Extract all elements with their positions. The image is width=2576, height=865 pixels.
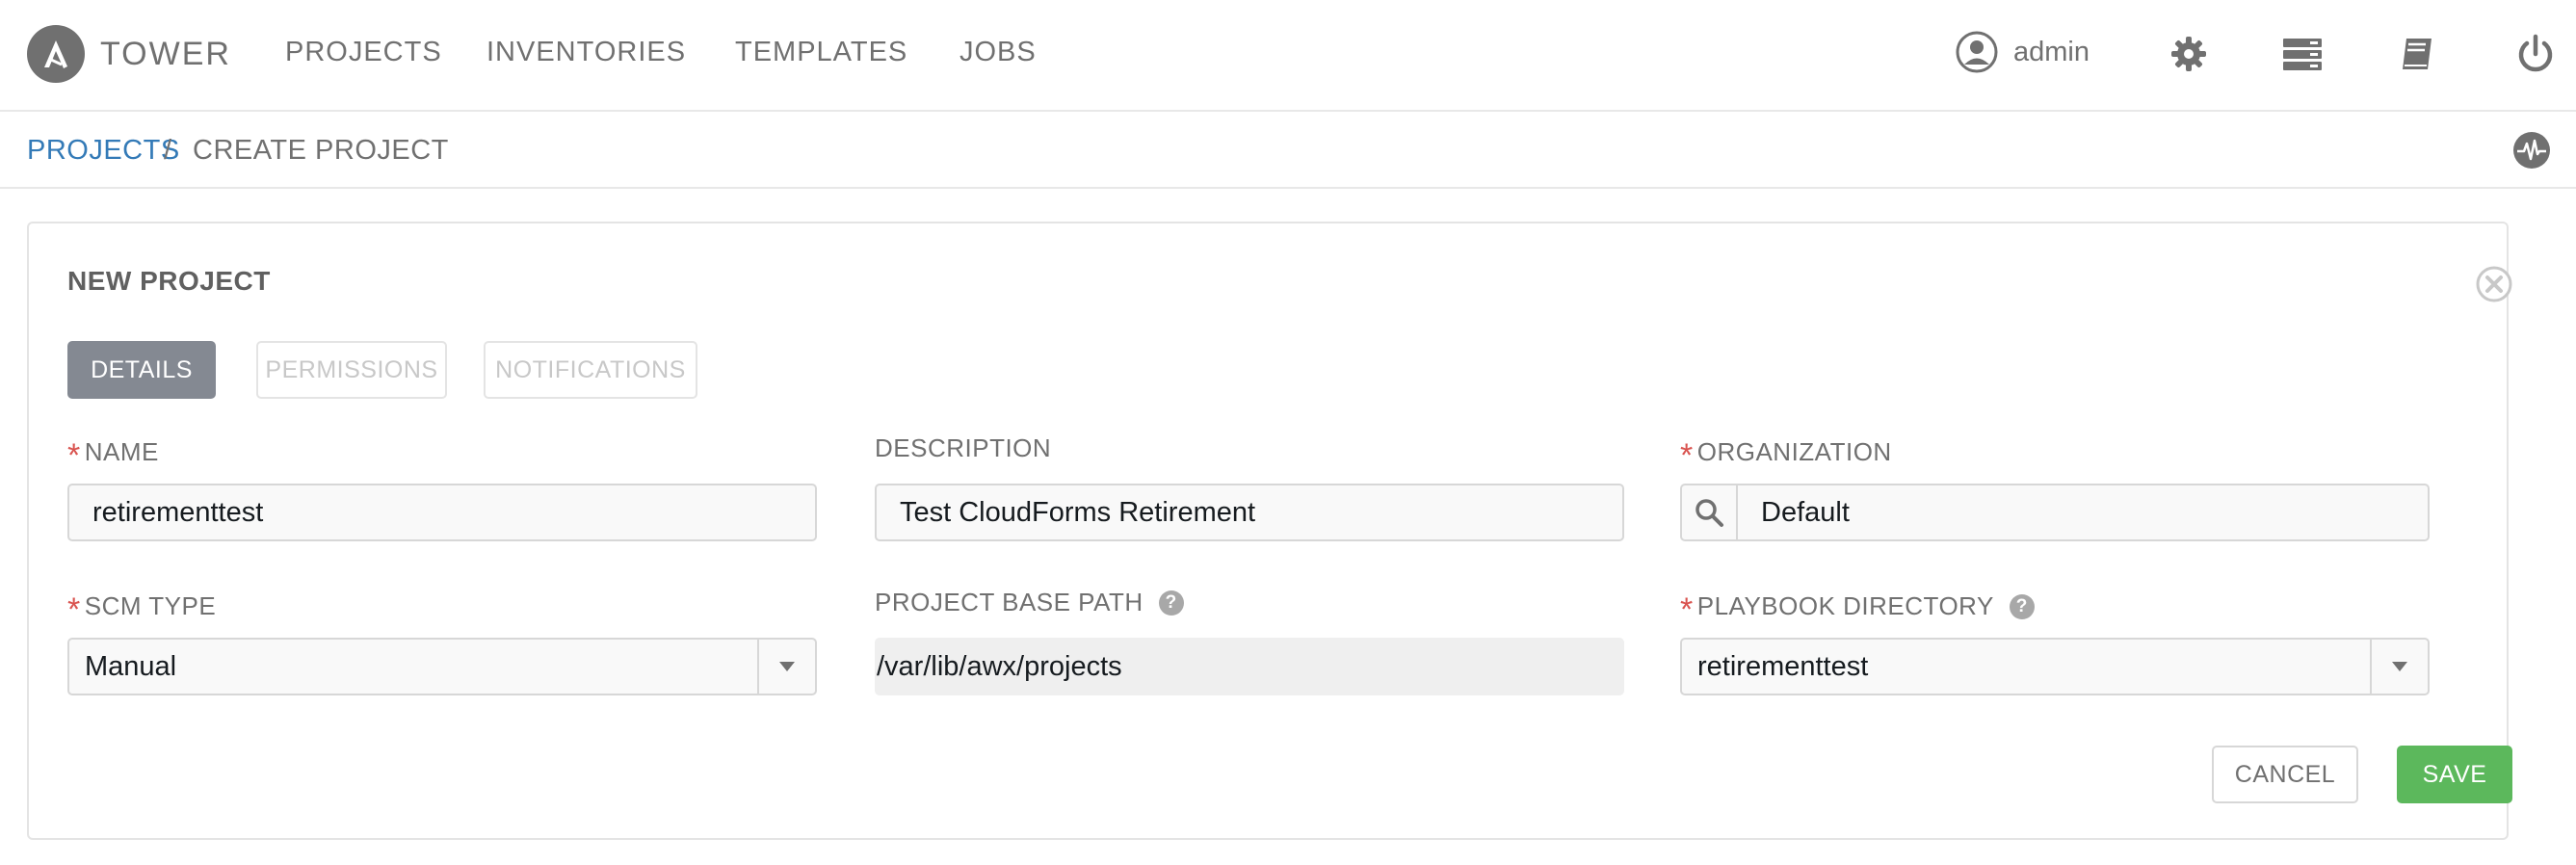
brand-name: TOWER bbox=[100, 35, 231, 72]
server-icon[interactable] bbox=[2281, 33, 2324, 75]
breadcrumb-current: CREATE PROJECT bbox=[193, 135, 449, 166]
breadcrumb: PROJECTS / CREATE PROJECT bbox=[0, 112, 2576, 189]
project-base-path-label: PROJECT BASE PATH ? bbox=[875, 588, 1184, 617]
playbook-directory-value: retirementtest bbox=[1697, 651, 1869, 682]
save-button[interactable]: SAVE bbox=[2397, 746, 2512, 803]
playbook-directory-label-text: PLAYBOOK DIRECTORY bbox=[1696, 591, 1994, 620]
scm-type-label-text: SCM TYPE bbox=[84, 591, 217, 620]
required-marker: * bbox=[1680, 437, 1694, 474]
nav-projects[interactable]: PROJECTS bbox=[285, 37, 442, 68]
name-input-value: retirementtest bbox=[92, 496, 264, 528]
description-input-value: Test CloudForms Retirement bbox=[900, 496, 1256, 528]
organization-label-text: ORGANIZATION bbox=[1696, 437, 1892, 466]
organization-label: * ORGANIZATION bbox=[1680, 433, 1892, 474]
name-input[interactable]: retirementtest bbox=[67, 484, 817, 541]
description-label: DESCRIPTION bbox=[875, 433, 1051, 463]
help-icon[interactable]: ? bbox=[1158, 590, 1184, 616]
tower-logo[interactable]: TOWER bbox=[27, 25, 231, 83]
tab-details[interactable]: DETAILS bbox=[67, 341, 216, 399]
close-icon[interactable] bbox=[2476, 266, 2512, 302]
top-navigation-bar: TOWER PROJECTS INVENTORIES TEMPLATES JOB… bbox=[0, 0, 2576, 112]
tab-notifications[interactable]: NOTIFICATIONS bbox=[484, 341, 697, 399]
chevron-down-icon[interactable] bbox=[757, 640, 815, 694]
scm-type-select[interactable]: Manual bbox=[67, 638, 817, 695]
nav-jobs[interactable]: JOBS bbox=[959, 37, 1037, 68]
required-marker: * bbox=[67, 591, 81, 628]
new-project-panel: NEW PROJECT DETAILS PERMISSIONS NOTIFICA… bbox=[27, 222, 2512, 840]
nav-inventories[interactable]: INVENTORIES bbox=[486, 37, 686, 68]
breadcrumb-projects-link[interactable]: PROJECTS bbox=[27, 135, 180, 167]
description-label-text: DESCRIPTION bbox=[875, 433, 1052, 462]
activity-stream-icon[interactable] bbox=[2512, 131, 2551, 170]
required-marker: * bbox=[1680, 591, 1694, 628]
book-icon[interactable] bbox=[2397, 33, 2439, 75]
organization-lookup-button[interactable] bbox=[1680, 484, 1738, 541]
gear-icon[interactable] bbox=[2168, 33, 2210, 75]
project-base-path-value: /var/lib/awx/projects bbox=[877, 650, 1122, 682]
playbook-directory-label: * PLAYBOOK DIRECTORY ? bbox=[1680, 588, 2035, 628]
search-icon bbox=[1695, 499, 1723, 527]
power-icon[interactable] bbox=[2514, 33, 2557, 75]
breadcrumb-separator: / bbox=[164, 135, 172, 166]
scm-type-label: * SCM TYPE bbox=[67, 588, 217, 628]
name-label: * NAME bbox=[67, 433, 159, 474]
organization-input[interactable]: Default bbox=[1736, 484, 2430, 541]
project-base-path-field: /var/lib/awx/projects bbox=[875, 638, 1624, 695]
playbook-directory-select[interactable]: retirementtest bbox=[1680, 638, 2430, 695]
cancel-button[interactable]: CANCEL bbox=[2212, 746, 2358, 803]
required-marker: * bbox=[67, 437, 81, 474]
nav-templates[interactable]: TEMPLATES bbox=[735, 37, 907, 68]
project-base-path-label-text: PROJECT BASE PATH bbox=[875, 588, 1143, 616]
chevron-down-icon[interactable] bbox=[2370, 640, 2428, 694]
scm-type-value: Manual bbox=[85, 651, 177, 682]
description-input[interactable]: Test CloudForms Retirement bbox=[875, 484, 1624, 541]
tab-permissions[interactable]: PERMISSIONS bbox=[256, 341, 447, 399]
username: admin bbox=[2013, 36, 2090, 67]
organization-input-value: Default bbox=[1761, 496, 1850, 528]
ansible-logo-icon bbox=[27, 25, 85, 83]
user-menu[interactable]: admin bbox=[1956, 31, 2090, 73]
panel-title: NEW PROJECT bbox=[67, 266, 271, 296]
name-label-text: NAME bbox=[84, 437, 159, 466]
help-icon[interactable]: ? bbox=[2009, 593, 2035, 619]
user-icon bbox=[1956, 31, 1998, 73]
